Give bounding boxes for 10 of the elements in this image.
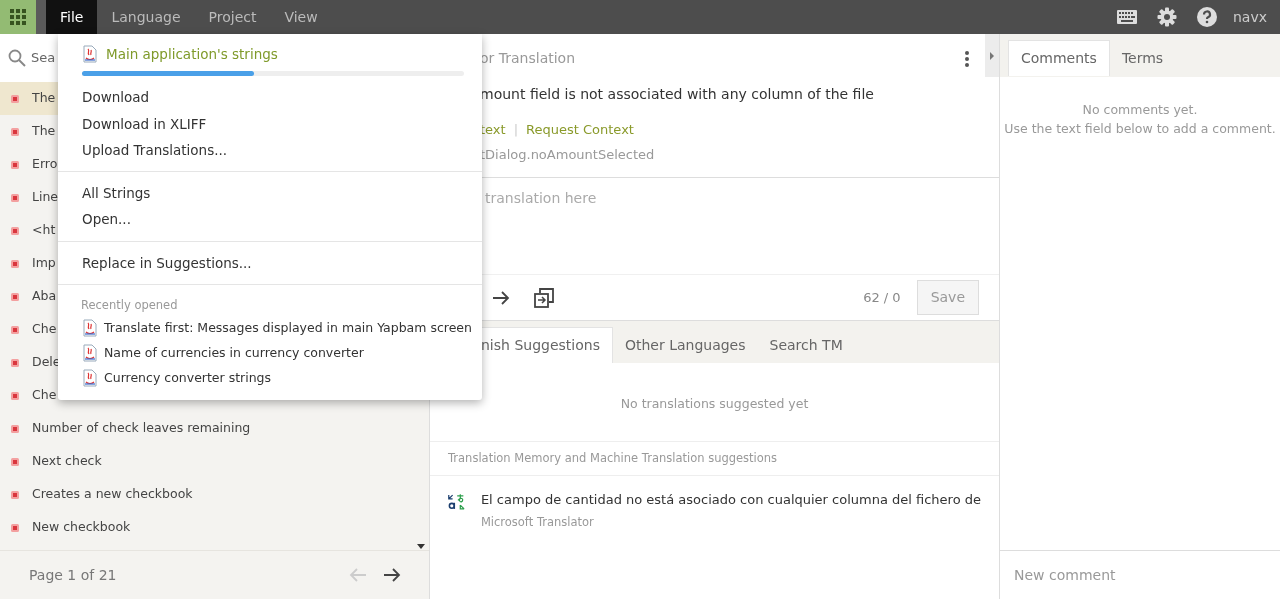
recent-heading: Recently opened bbox=[80, 296, 179, 314]
empty-suggestions-message: No translations suggested yet bbox=[619, 395, 810, 413]
section-heading: Translation Memory and Machine Translation suggestions bbox=[430, 440, 999, 476]
empty-comments-message: No comments yet. bbox=[1081, 101, 1199, 119]
string-key: tDialog.noAmountSelected bbox=[480, 144, 999, 164]
suggestion-source: Microsoft Translator bbox=[480, 513, 595, 531]
page-indicator: Page 1 of 21 bbox=[29, 565, 117, 585]
empty-comments-message: Use the text field below to add a comment. bbox=[1003, 119, 1277, 138]
character-counter: 62 / 0 bbox=[863, 288, 901, 307]
link-separator: | bbox=[513, 121, 519, 139]
